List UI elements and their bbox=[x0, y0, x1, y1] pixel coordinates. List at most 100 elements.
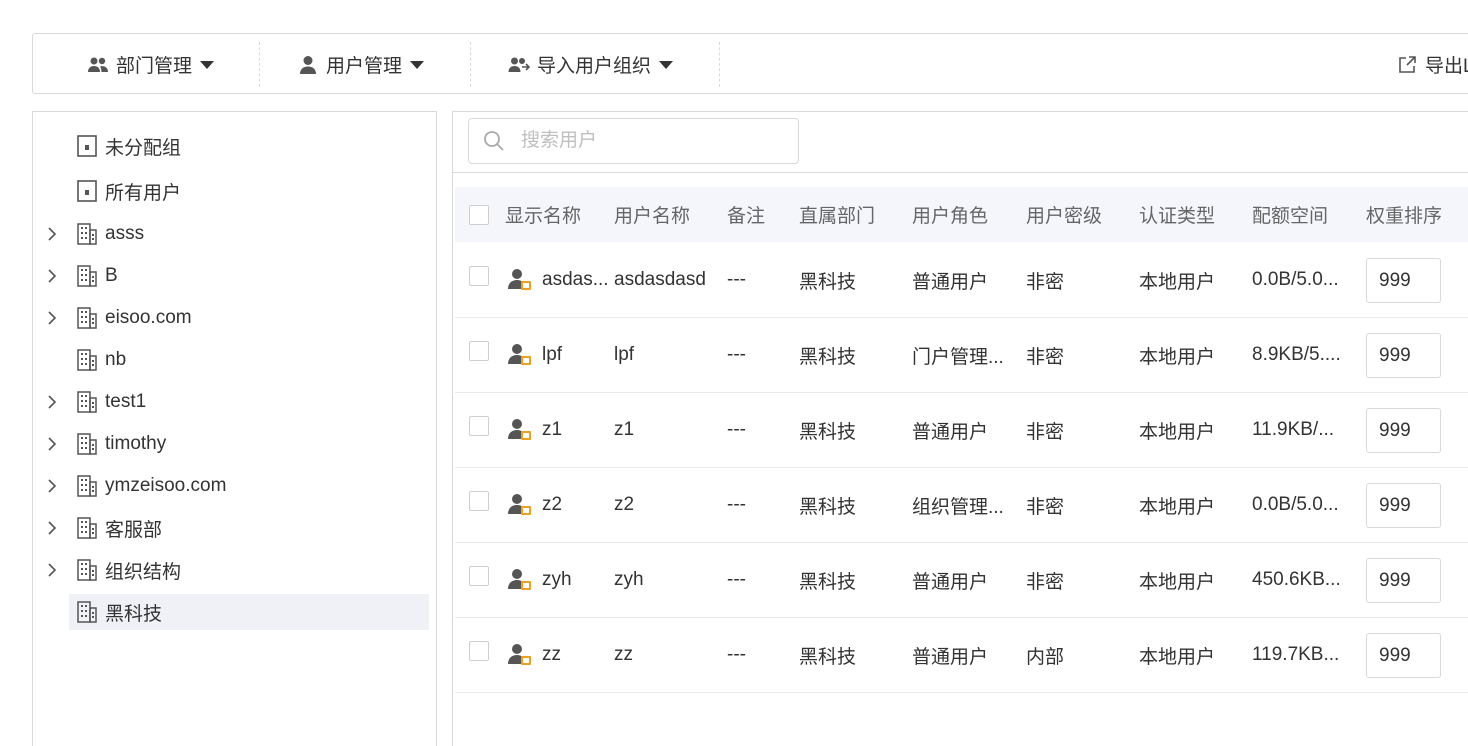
group-users-icon bbox=[87, 54, 109, 76]
col-header-auth-type[interactable]: 认证类型 bbox=[1139, 201, 1215, 228]
tree-node[interactable]: 所有用户 bbox=[69, 173, 429, 209]
search-box bbox=[468, 118, 799, 164]
building-icon bbox=[75, 306, 99, 330]
row-checkbox[interactable] bbox=[469, 341, 489, 361]
weight-input[interactable] bbox=[1366, 333, 1441, 378]
tree-node[interactable]: timothy bbox=[69, 426, 429, 462]
cell-dept-text: 黑科技 bbox=[799, 496, 857, 518]
chevron-right-icon[interactable] bbox=[45, 300, 59, 336]
local-user-icon bbox=[507, 417, 533, 443]
col-header-secret-level[interactable]: 用户密级 bbox=[1026, 201, 1102, 228]
building-icon bbox=[75, 264, 99, 288]
cell-dept: 黑科技 bbox=[799, 393, 899, 467]
row-checkbox[interactable] bbox=[469, 641, 489, 661]
cell-auth-type: 本地用户 bbox=[1139, 543, 1239, 617]
tree-node[interactable]: 组织结构 bbox=[69, 552, 429, 588]
cell-display-name: z1 bbox=[542, 393, 614, 467]
chevron-right-icon[interactable] bbox=[45, 510, 59, 546]
weight-input[interactable] bbox=[1366, 558, 1441, 603]
cell-auth-type-text: 本地用户 bbox=[1139, 346, 1216, 368]
user-list-panel: 显示名称 用户名称 备注 直属部门 用户角色 用户密级 认证类型 配额空间 权重… bbox=[452, 111, 1468, 746]
chevron-right-icon[interactable] bbox=[45, 468, 59, 504]
cell-auth-type-text: 本地用户 bbox=[1139, 571, 1216, 593]
cell-role-text: 普通用户 bbox=[912, 571, 989, 593]
cell-dept-text: 黑科技 bbox=[799, 571, 857, 593]
cell-dept: 黑科技 bbox=[799, 543, 899, 617]
row-checkbox[interactable] bbox=[469, 491, 489, 511]
cell-quota-text: 11.9KB/... bbox=[1252, 419, 1335, 440]
tree-node-label: 所有用户 bbox=[105, 182, 182, 204]
col-header-display-name[interactable]: 显示名称 bbox=[505, 201, 581, 228]
weight-input[interactable] bbox=[1366, 408, 1441, 453]
search-bar-area bbox=[453, 112, 1468, 173]
chevron-right-icon[interactable] bbox=[45, 552, 59, 588]
row-checkbox[interactable] bbox=[469, 416, 489, 436]
building-icon bbox=[75, 474, 99, 498]
table-row[interactable]: zyh zyh --- 黑科技 普通用户 非密 本地用户 450.6KB... bbox=[455, 543, 1468, 618]
cell-role: 普通用户 bbox=[912, 618, 1022, 692]
tree-node[interactable]: B bbox=[69, 258, 429, 294]
cell-remark-text: --- bbox=[727, 344, 746, 365]
cell-secret-level: 非密 bbox=[1026, 318, 1126, 392]
tree-node[interactable]: 黑科技 bbox=[69, 594, 429, 630]
tree-node[interactable]: ymzeisoo.com bbox=[69, 468, 429, 504]
cell-display-name: zz bbox=[542, 618, 614, 692]
cell-dept: 黑科技 bbox=[799, 243, 899, 317]
user-mgmt-label: 用户管理 bbox=[326, 56, 403, 77]
tree-node[interactable]: nb bbox=[69, 342, 429, 378]
cell-role: 门户管理... bbox=[912, 318, 1022, 392]
cell-auth-type: 本地用户 bbox=[1139, 318, 1239, 392]
select-all-checkbox[interactable] bbox=[469, 205, 489, 225]
export-label: 导出L bbox=[1425, 56, 1468, 77]
search-input[interactable] bbox=[521, 130, 781, 152]
table-row[interactable]: z1 z1 --- 黑科技 普通用户 非密 本地用户 11.9KB/... bbox=[455, 393, 1468, 468]
cell-quota: 11.9KB/... bbox=[1252, 393, 1352, 467]
col-header-remark[interactable]: 备注 bbox=[727, 201, 765, 228]
import-org-menu[interactable]: 导入用户组织 bbox=[508, 41, 674, 88]
weight-input[interactable] bbox=[1366, 483, 1441, 528]
cell-quota: 119.7KB... bbox=[1252, 618, 1352, 692]
tree-node[interactable]: asss bbox=[69, 216, 429, 252]
row-checkbox[interactable] bbox=[469, 266, 489, 286]
cell-dept-text: 黑科技 bbox=[799, 421, 857, 443]
tree-node-label: test1 bbox=[105, 391, 147, 412]
cell-user-name-text: lpf bbox=[614, 344, 635, 365]
tree-node[interactable]: 未分配组 bbox=[69, 128, 429, 164]
export-button[interactable]: 导出L bbox=[1396, 41, 1468, 88]
chevron-right-icon[interactable] bbox=[45, 426, 59, 462]
table-row[interactable]: z2 z2 --- 黑科技 组织管理... 非密 本地用户 0.0B/5.0... bbox=[455, 468, 1468, 543]
user-mgmt-menu[interactable]: 用户管理 bbox=[297, 41, 425, 88]
col-header-weight[interactable]: 权重排序 bbox=[1366, 201, 1442, 228]
cell-role-text: 普通用户 bbox=[912, 646, 989, 668]
local-user-icon bbox=[507, 567, 533, 593]
cell-user-name-text: z1 bbox=[614, 419, 635, 440]
building-icon bbox=[75, 222, 99, 246]
tree-node[interactable]: test1 bbox=[69, 384, 429, 420]
chevron-right-icon[interactable] bbox=[45, 384, 59, 420]
tree-node-label: ymzeisoo.com bbox=[105, 475, 227, 496]
toolbar-divider bbox=[719, 42, 720, 87]
col-header-dept[interactable]: 直属部门 bbox=[799, 201, 875, 228]
chevron-right-icon[interactable] bbox=[45, 258, 59, 294]
col-header-quota[interactable]: 配额空间 bbox=[1252, 201, 1328, 228]
cell-display-name: lpf bbox=[542, 318, 614, 392]
table-header: 显示名称 用户名称 备注 直属部门 用户角色 用户密级 认证类型 配额空间 权重… bbox=[455, 187, 1468, 242]
chevron-right-icon[interactable] bbox=[45, 216, 59, 252]
row-checkbox[interactable] bbox=[469, 566, 489, 586]
weight-input[interactable] bbox=[1366, 258, 1441, 303]
tree-node[interactable]: 客服部 bbox=[69, 510, 429, 546]
cell-user-name-text: asdasdasd bbox=[614, 269, 706, 290]
cell-secret-level: 非密 bbox=[1026, 543, 1126, 617]
tree-node[interactable]: eisoo.com bbox=[69, 300, 429, 336]
cell-auth-type-text: 本地用户 bbox=[1139, 271, 1216, 293]
dept-mgmt-menu[interactable]: 部门管理 bbox=[87, 41, 215, 88]
cell-display-name: z2 bbox=[542, 468, 614, 542]
table-row[interactable]: lpf lpf --- 黑科技 门户管理... 非密 本地用户 8.9KB/5.... bbox=[455, 318, 1468, 393]
cell-secret-level-text: 非密 bbox=[1026, 271, 1065, 293]
col-header-role[interactable]: 用户角色 bbox=[912, 201, 988, 228]
cell-auth-type-text: 本地用户 bbox=[1139, 646, 1216, 668]
col-header-user-name[interactable]: 用户名称 bbox=[614, 201, 690, 228]
table-row[interactable]: zz zz --- 黑科技 普通用户 内部 本地用户 119.7KB... bbox=[455, 618, 1468, 693]
table-row[interactable]: asdas... asdasdasd --- 黑科技 普通用户 非密 本地用户 0.0B/5.… bbox=[455, 243, 1468, 318]
weight-input[interactable] bbox=[1366, 633, 1441, 678]
